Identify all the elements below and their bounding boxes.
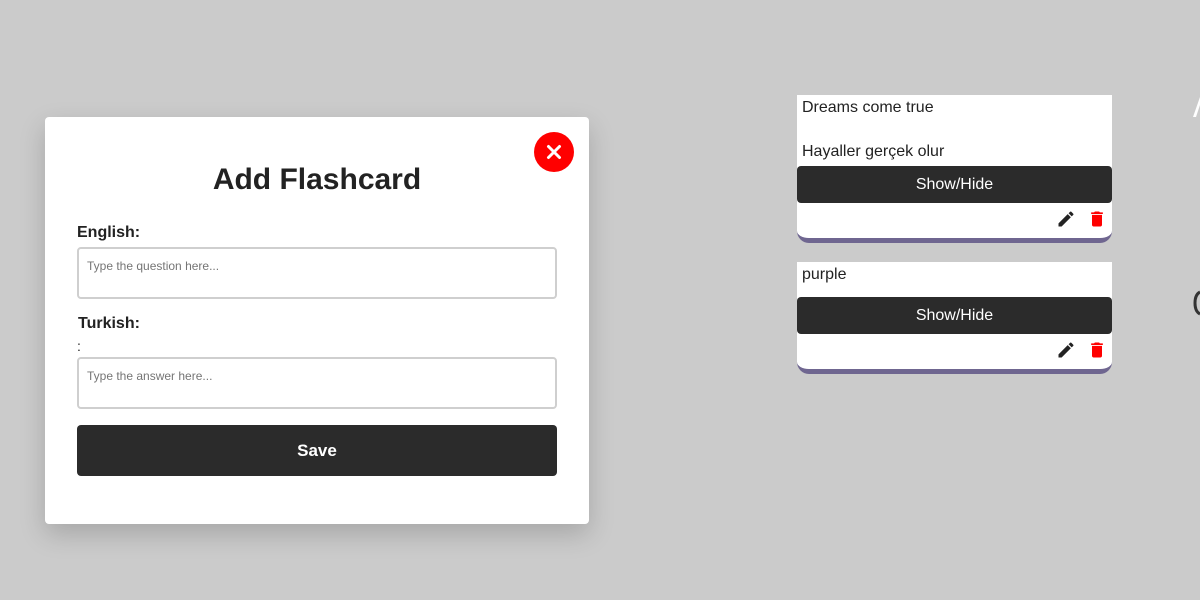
add-flashcard-modal: Add Flashcard English: Turkish: : Save xyxy=(45,117,589,524)
turkish-answer-input[interactable] xyxy=(77,357,557,409)
flashcard-question: Dreams come true xyxy=(802,99,934,116)
save-button[interactable]: Save xyxy=(77,425,557,476)
flashcard: Dreams come true Hayaller gerçek olur Sh… xyxy=(797,95,1112,243)
trash-icon[interactable] xyxy=(1087,209,1107,229)
trash-icon[interactable] xyxy=(1087,340,1107,360)
english-question-input[interactable] xyxy=(77,247,557,299)
stray-colon-text: : xyxy=(77,338,81,354)
page-background: Add Flashcard English: Turkish: : Save D… xyxy=(0,0,1200,600)
cropped-glyph xyxy=(1193,290,1200,316)
show-hide-button[interactable]: Show/Hide xyxy=(797,166,1112,203)
close-icon xyxy=(547,145,561,159)
turkish-label: Turkish: xyxy=(78,315,140,332)
flashcard-question: purple xyxy=(802,266,847,283)
cropped-glyph xyxy=(1193,97,1200,117)
flashcard-answer: Hayaller gerçek olur xyxy=(802,143,945,160)
english-label: English: xyxy=(77,224,141,241)
flashcard: purple Show/Hide xyxy=(797,262,1112,374)
pencil-icon[interactable] xyxy=(1056,340,1076,360)
modal-title: Add Flashcard xyxy=(212,163,422,196)
show-hide-button[interactable]: Show/Hide xyxy=(797,297,1112,334)
pencil-icon[interactable] xyxy=(1056,209,1076,229)
